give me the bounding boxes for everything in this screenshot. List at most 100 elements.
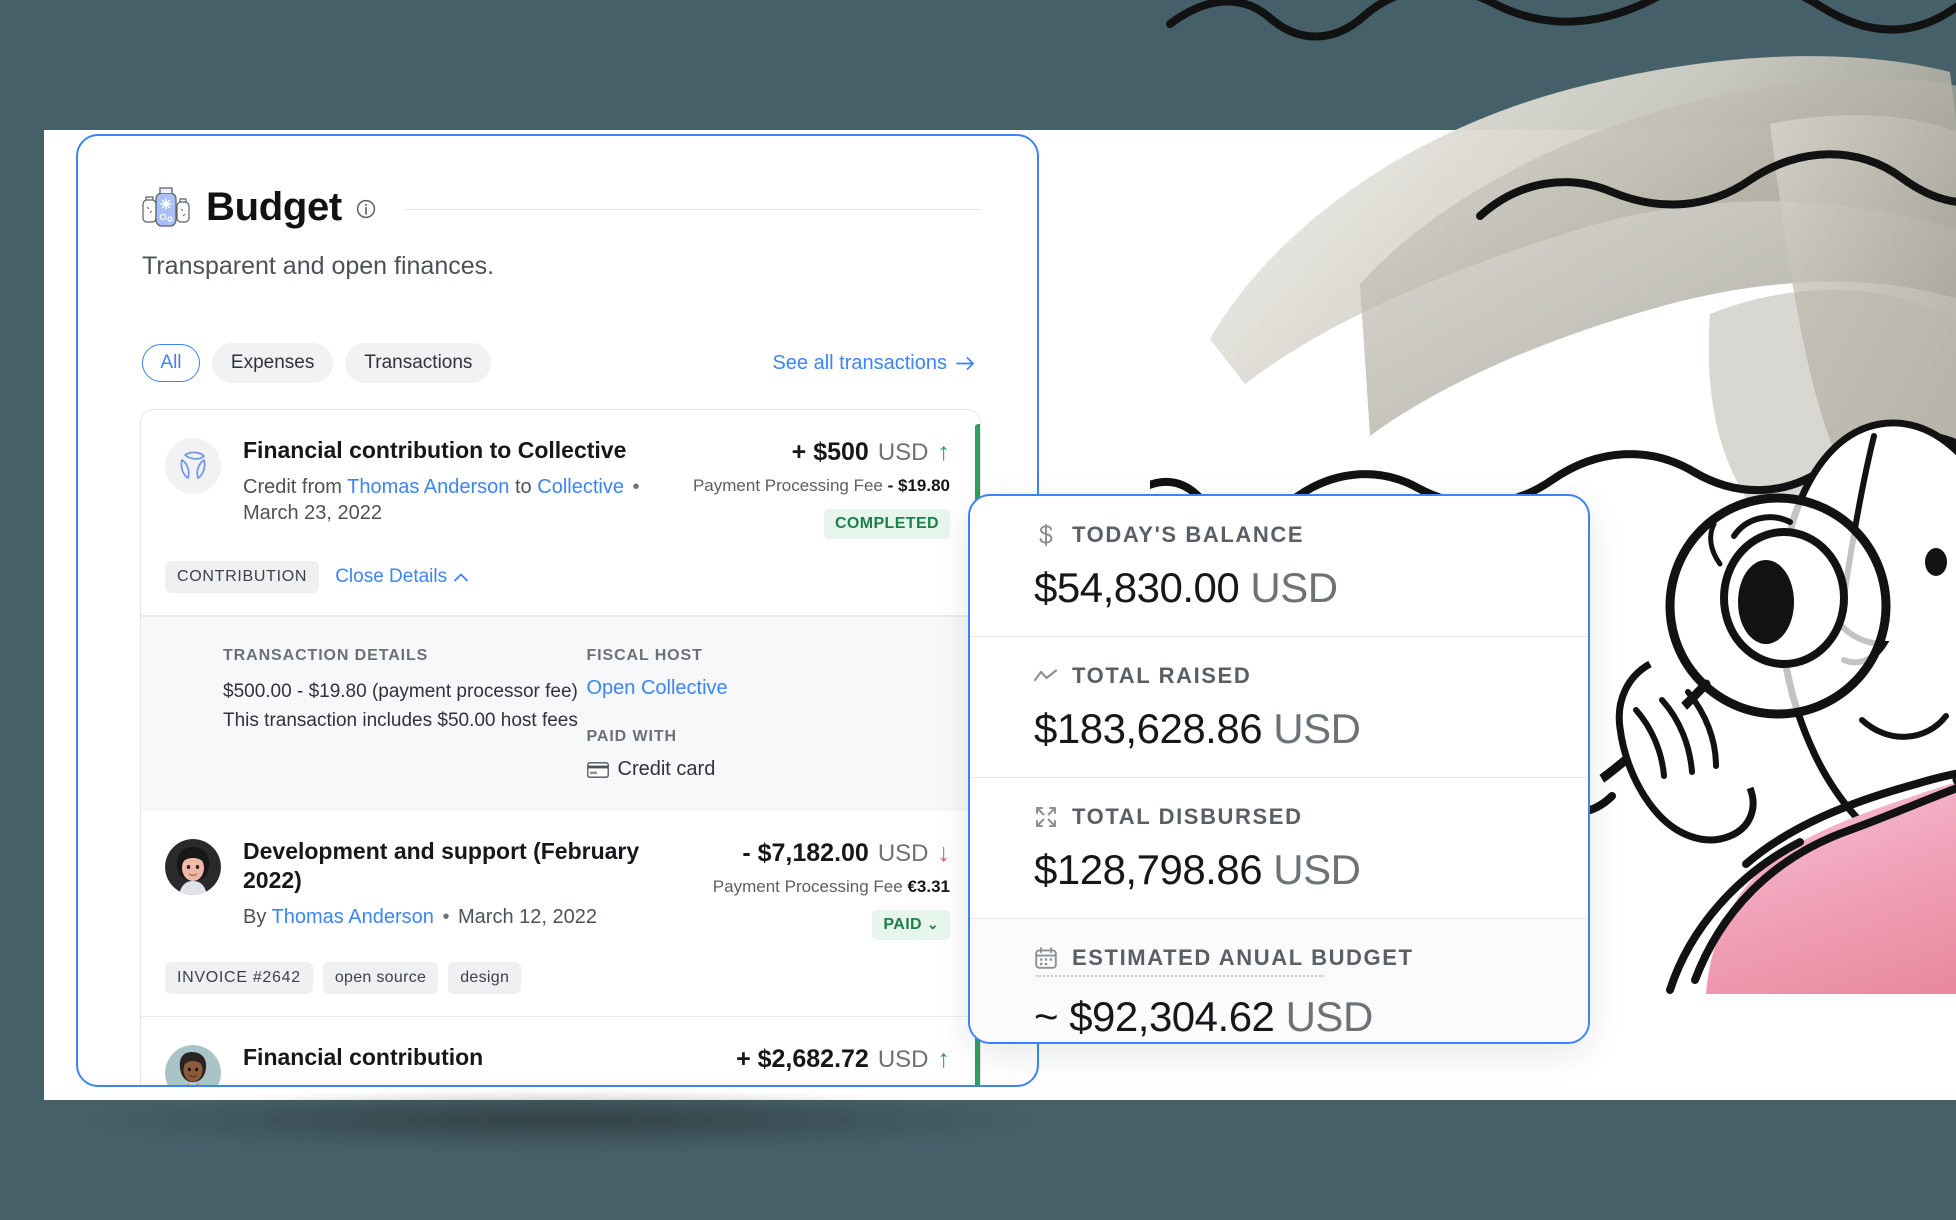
stat-label: ESTIMATED ANUAL BUDGET [1034, 945, 1588, 971]
stat-label-text: TODAY'S BALANCE [1072, 522, 1305, 547]
header-divider [403, 208, 981, 210]
transaction-list: Financial contribution to Collective Cre… [140, 409, 981, 1085]
expand-arrows-icon [1034, 805, 1058, 829]
fiscal-host-heading: FISCAL HOST [586, 647, 703, 664]
budget-stats-card: TODAY'S BALANCE $54,830.00 USD TOTAL RAI… [968, 494, 1590, 1044]
estimate-dotted-underline [1036, 975, 1324, 977]
meta-prefix: By [243, 905, 267, 928]
paid-with-value: Credit card [586, 758, 951, 781]
paid-with-label: Credit card [617, 758, 716, 780]
transaction-title: Financial contribution [243, 1044, 484, 1070]
fee-label: Payment Processing Fee [692, 476, 883, 495]
tag-row: CONTRIBUTION Close Details [165, 561, 950, 593]
card-drop-shadow [90, 1090, 1030, 1150]
transaction-currency: USD [877, 839, 929, 867]
meta-separator: • [555, 1083, 568, 1085]
transaction-currency: USD [877, 1045, 929, 1073]
stat-value: $128,798.86 USD [1034, 846, 1588, 894]
stat-value: $183,628.86 USD [1034, 705, 1588, 753]
transaction-currency: USD [877, 438, 929, 466]
details-line-1: $500.00 - $19.80 (payment processor fee) [223, 681, 578, 702]
see-all-transactions-link[interactable]: See all transactions [772, 352, 975, 375]
stat-currency: USD [1250, 564, 1338, 611]
close-details-toggle[interactable]: Close Details [335, 566, 469, 588]
paid-with-heading: PAID WITH [586, 728, 677, 745]
to-link[interactable]: Collective [537, 476, 624, 498]
meta-mid: to [515, 475, 532, 498]
info-icon[interactable] [356, 199, 376, 219]
fee-label: Payment Processing Fee [702, 1083, 892, 1085]
stat-label-text: ESTIMATED ANUAL BUDGET [1072, 945, 1414, 970]
from-link[interactable]: Gretchen Curtis [295, 1083, 435, 1085]
dollar-sign-icon [1034, 523, 1058, 547]
table-row[interactable]: Financial contribution to Collective Cre… [141, 410, 980, 616]
tab-all[interactable]: All [142, 343, 200, 383]
stat-total-disbursed: TOTAL DISBURSED $128,798.86 USD [970, 778, 1588, 919]
arrow-right-icon [956, 356, 974, 370]
list-item: open source [322, 962, 439, 994]
arrow-down-icon: ↓ [937, 839, 951, 867]
stat-currency: USD [1273, 846, 1361, 893]
list-item: design [448, 962, 522, 994]
transaction-details-column: TRANSACTION DETAILS $500.00 - $19.80 (pa… [223, 647, 587, 781]
details-line-2: This transaction includes $50.00 host fe… [223, 710, 578, 732]
to-link[interactable]: Collective [463, 1083, 550, 1085]
stat-prefix: ~ [1034, 993, 1070, 1040]
list-item: INVOICE #2642 [165, 962, 313, 994]
arrow-up-icon: ↑ [937, 1045, 951, 1073]
tag-row: INVOICE #2642 open source design [165, 962, 950, 994]
leaves-logo-icon [165, 438, 221, 494]
fiscal-host-link[interactable]: Open Collective [587, 677, 951, 700]
details-heading: TRANSACTION DETAILS [223, 647, 429, 664]
stat-label: TOTAL RAISED [1034, 663, 1588, 689]
fee-line: Payment Processing Fee €3.31 [713, 877, 950, 897]
stat-amount: $54,830.00 [1034, 564, 1240, 611]
budget-card: Budget Transparent and open finances. Al… [76, 134, 1039, 1087]
fiscal-host-column: FISCAL HOST Open Collective PAID WITH Cr… [587, 647, 951, 781]
transaction-amount: + $500 [791, 438, 869, 466]
credit-card-icon [586, 761, 609, 778]
stat-label: TODAY'S BALANCE [1034, 522, 1588, 548]
stat-amount: $92,304.62 [1069, 993, 1275, 1040]
stat-currency: USD [1273, 705, 1361, 752]
transaction-date: March 23, 2022 [243, 501, 382, 524]
stat-total-raised: TOTAL RAISED $183,628.86 USD [970, 637, 1588, 778]
see-all-label: See all transactions [772, 351, 947, 374]
amount-line: + $2,682.72 USD ↑ [702, 1045, 950, 1074]
transaction-meta: Credit from Thomas Anderson to Collectiv… [243, 474, 677, 526]
stat-label-text: TOTAL DISBURSED [1072, 804, 1303, 829]
stat-value: ~ $92,304.62 USD [1034, 993, 1588, 1041]
from-link[interactable]: Thomas Anderson [272, 906, 434, 928]
meta-mid: to [441, 1083, 458, 1085]
amount-line: + $500 USD ↑ [693, 438, 950, 467]
fee-label: Payment Processing Fee [712, 877, 903, 896]
tab-transactions[interactable]: Transactions [345, 343, 492, 383]
from-link[interactable]: Thomas Anderson [347, 476, 509, 498]
transaction-meta: From Gretchen Curtis to Collective • Mar… [243, 1081, 686, 1085]
fee-line: Payment Processing Fee - $1.00 [702, 1083, 950, 1085]
fee-line: Payment Processing Fee - $19.80 [693, 476, 950, 496]
status-label: PAID [883, 916, 922, 933]
fee-amount: - $19.80 [887, 476, 950, 495]
list-item: CONTRIBUTION [165, 561, 320, 593]
filter-tabs: All Expenses Transactions See all transa… [142, 343, 981, 383]
transaction-details-panel: TRANSACTION DETAILS $500.00 - $19.80 (pa… [141, 616, 980, 811]
status-badge[interactable]: PAID ⌄ [872, 910, 950, 940]
amount-line: - $7,182.00 USD ↓ [713, 839, 950, 868]
arrow-up-icon: ↑ [937, 438, 951, 466]
meta-prefix: Credit from [243, 475, 342, 498]
table-row[interactable]: Financial contribution From Gretchen Cur… [141, 1017, 980, 1085]
avatar [165, 839, 221, 895]
tab-expenses[interactable]: Expenses [211, 343, 334, 383]
stat-label: TOTAL DISBURSED [1034, 804, 1588, 830]
stat-estimated-annual-budget: ESTIMATED ANUAL BUDGET ~ $92,304.62 USD [970, 919, 1588, 1042]
budget-header: Budget [140, 184, 981, 230]
transaction-amount: + $2,682.72 [736, 1045, 869, 1073]
calendar-icon [1034, 946, 1058, 970]
table-row[interactable]: Development and support (February 2022) … [141, 811, 980, 1017]
trend-line-icon [1034, 664, 1058, 688]
stat-currency: USD [1285, 993, 1374, 1040]
transaction-title: Financial contribution to Collective [243, 437, 627, 463]
status-badge: COMPLETED [823, 509, 950, 539]
